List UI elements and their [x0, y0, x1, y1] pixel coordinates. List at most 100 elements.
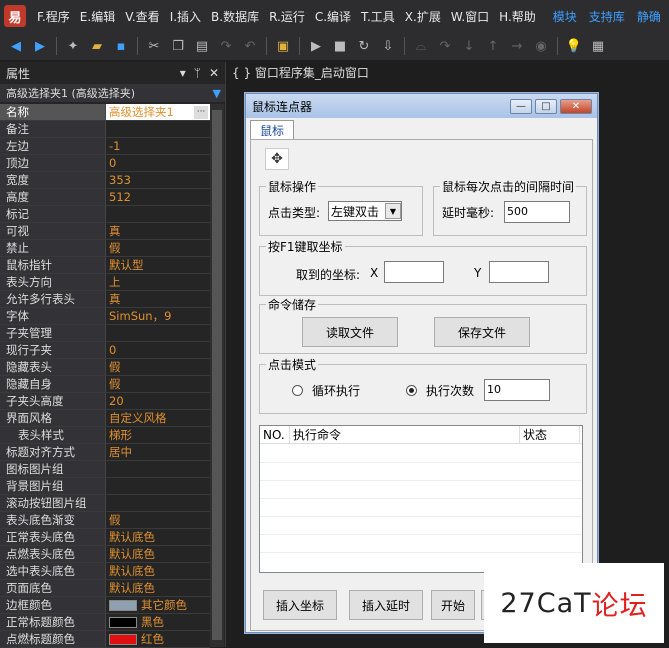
start-button[interactable]: 开始	[431, 590, 475, 620]
menu-tools[interactable]: T.工具	[356, 8, 400, 25]
pin-icon[interactable]: ᛘ	[194, 66, 201, 80]
property-row[interactable]: 点燃表头底色 默认底色	[0, 546, 210, 563]
property-row[interactable]: 背景图片组	[0, 478, 210, 495]
property-row[interactable]: 表头底色渐变假	[0, 512, 210, 529]
forward-icon[interactable]: ▶	[30, 36, 50, 56]
link-support-libs[interactable]: 支持库	[583, 8, 631, 25]
property-value[interactable]: 512	[106, 189, 210, 205]
menu-help[interactable]: H.帮助	[494, 8, 541, 25]
debug-step-icon[interactable]: ⌓	[411, 36, 431, 56]
property-row[interactable]: 边框颜色 其它颜色	[0, 597, 210, 614]
property-row[interactable]: 字体 SimSun，9	[0, 308, 210, 325]
property-row[interactable]: 图标图片组	[0, 461, 210, 478]
property-value[interactable]: 真	[106, 291, 210, 307]
column-no[interactable]: NO.	[260, 426, 290, 443]
undo-icon[interactable]: ↶	[240, 36, 260, 56]
step-into-icon[interactable]: ↓	[459, 36, 479, 56]
property-value[interactable]: 0	[106, 155, 210, 171]
menu-insert[interactable]: I.插入	[165, 8, 206, 25]
menu-compile[interactable]: C.编译	[310, 8, 356, 25]
menu-database[interactable]: B.数据库	[206, 8, 264, 25]
property-row[interactable]: 高度 512	[0, 189, 210, 206]
property-row[interactable]: 正常标题颜色 黑色	[0, 614, 210, 631]
lightbulb-icon[interactable]: 💡	[564, 36, 584, 56]
insert-delay-button[interactable]: 插入延时	[349, 590, 423, 620]
insert-coord-button[interactable]: 插入坐标	[263, 590, 337, 620]
cut-icon[interactable]: ✂	[144, 36, 164, 56]
save-icon[interactable]: ▪	[111, 36, 131, 56]
read-file-button[interactable]: 读取文件	[302, 317, 398, 347]
redo-icon[interactable]: ↷	[216, 36, 236, 56]
property-value[interactable]	[106, 206, 210, 222]
document-tab[interactable]: { } 窗口程序集_启动窗口	[232, 62, 369, 82]
maximize-icon[interactable]: □	[535, 98, 557, 114]
property-value[interactable]: 其它颜色	[106, 597, 210, 613]
column-status[interactable]: 状态	[520, 426, 580, 443]
column-command[interactable]: 执行命令	[290, 426, 520, 443]
count-radio[interactable]	[406, 385, 417, 396]
compile-icon[interactable]: ⇩	[378, 36, 398, 56]
property-row[interactable]: 滚动按钮图片组	[0, 495, 210, 512]
property-value[interactable]: 红色	[106, 631, 210, 647]
property-row[interactable]: 正常表头底色 默认底色	[0, 529, 210, 546]
property-row[interactable]: 表头方向上	[0, 274, 210, 291]
property-value[interactable]: 居中	[106, 444, 210, 460]
property-value[interactable]: 上	[106, 274, 210, 290]
designer-window[interactable]: 鼠标连点器 — □ ✕ 鼠标 ✥ 鼠标操作 点击类型: 左键双击 ▼ 鼠标每次点…	[245, 93, 598, 633]
property-row[interactable]: 标题对齐方式 居中	[0, 444, 210, 461]
project-icon[interactable]: ▣	[273, 36, 293, 56]
property-value[interactable]: 黑色	[106, 614, 210, 630]
property-value[interactable]: 默认型	[106, 257, 210, 273]
count-input[interactable]: 10	[484, 379, 550, 401]
link-other[interactable]: 静确	[631, 8, 667, 25]
open-folder-icon[interactable]: ▰	[87, 36, 107, 56]
property-value[interactable]	[106, 478, 210, 494]
scrollbar-thumb[interactable]	[212, 110, 222, 640]
property-value[interactable]	[106, 121, 210, 137]
property-value[interactable]	[106, 461, 210, 477]
breakpoint-icon[interactable]: ◉	[531, 36, 551, 56]
stop-icon[interactable]: ■	[330, 36, 350, 56]
restart-icon[interactable]: ↻	[354, 36, 374, 56]
property-value[interactable]: 假	[106, 359, 210, 375]
command-list[interactable]: NO. 执行命令 状态	[259, 425, 583, 573]
property-row[interactable]: 子夹管理	[0, 325, 210, 342]
property-row[interactable]: 顶边 0	[0, 155, 210, 172]
menu-edit[interactable]: E.编辑	[75, 8, 120, 25]
new-file-icon[interactable]: ✦	[63, 36, 83, 56]
property-value[interactable]: 0	[106, 342, 210, 358]
property-value[interactable]: 默认底色	[106, 563, 210, 579]
ellipsis-button[interactable]: ···	[194, 105, 208, 119]
property-value[interactable]: 假	[106, 376, 210, 392]
property-row[interactable]: 鼠标指针 默认型	[0, 257, 210, 274]
copy-icon[interactable]: ❐	[168, 36, 188, 56]
delay-input[interactable]: 500	[504, 201, 570, 223]
property-row[interactable]: 表头样式 梯形	[0, 427, 210, 444]
loop-radio[interactable]	[292, 385, 303, 396]
step-over-icon[interactable]: ↷	[435, 36, 455, 56]
property-row[interactable]: 界面风格 自定义风格	[0, 410, 210, 427]
run-icon[interactable]: ▶	[306, 36, 326, 56]
property-value[interactable]: 默认底色	[106, 546, 210, 562]
property-value[interactable]: 默认底色	[106, 580, 210, 596]
close-icon[interactable]: ✕	[560, 98, 592, 114]
back-icon[interactable]: ◀	[6, 36, 26, 56]
property-row[interactable]: 隐藏自身假	[0, 376, 210, 393]
menu-run[interactable]: R.运行	[264, 8, 310, 25]
property-value[interactable]	[106, 495, 210, 511]
property-scrollbar[interactable]	[210, 104, 224, 647]
menu-extend[interactable]: X.扩展	[400, 8, 446, 25]
property-value[interactable]: 假	[106, 240, 210, 256]
step-out-icon[interactable]: ↑	[483, 36, 503, 56]
property-row[interactable]: 可视真	[0, 223, 210, 240]
menu-program[interactable]: F.程序	[32, 8, 75, 25]
y-input[interactable]	[489, 261, 549, 283]
tab-mouse[interactable]: 鼠标	[250, 120, 294, 140]
property-row[interactable]: 选中表头底色 默认底色	[0, 563, 210, 580]
property-row[interactable]: 点燃标题颜色 红色	[0, 631, 210, 648]
property-row[interactable]: 现行子夹 0	[0, 342, 210, 359]
x-input[interactable]	[384, 261, 444, 283]
property-row[interactable]: 标记	[0, 206, 210, 223]
property-value[interactable]: 默认底色	[106, 529, 210, 545]
property-row[interactable]: 页面底色 默认底色	[0, 580, 210, 597]
